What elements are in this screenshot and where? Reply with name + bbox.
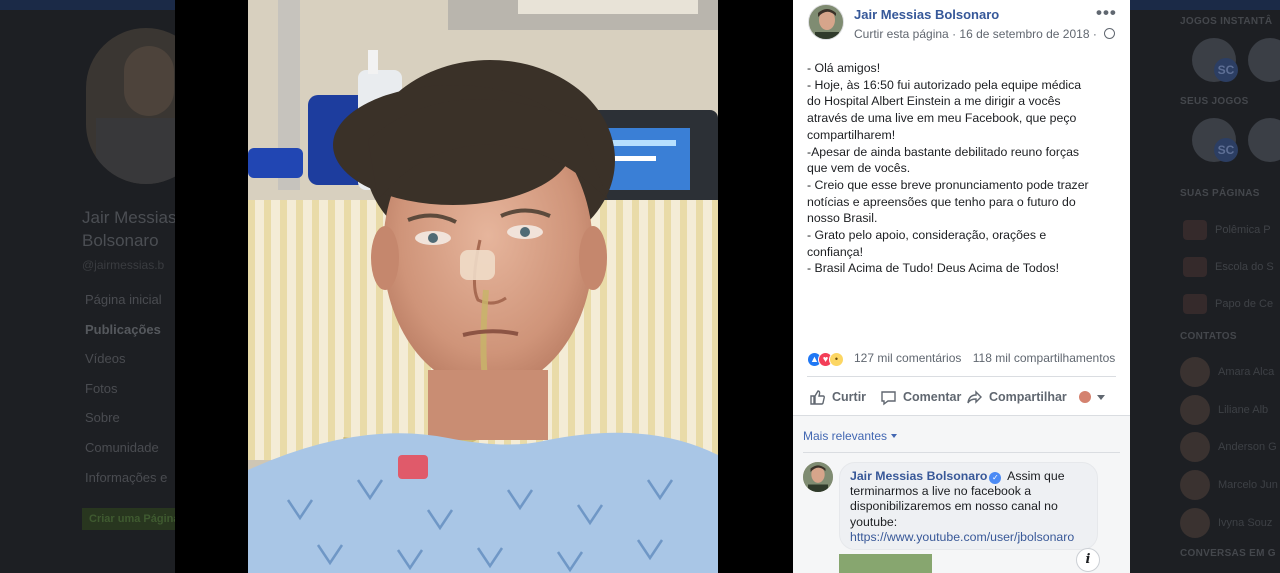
page-icon bbox=[1183, 294, 1207, 314]
contact-item[interactable]: Amara Alca bbox=[1180, 357, 1274, 387]
sidebar-page-item[interactable]: Polêmica P bbox=[1183, 220, 1271, 240]
reaction-selector[interactable] bbox=[1079, 385, 1105, 409]
group-conversations-heading: CONVERSAS EM G bbox=[1180, 548, 1276, 559]
post-photo[interactable] bbox=[248, 0, 718, 573]
avatar-image bbox=[809, 5, 843, 39]
comment-button[interactable]: Comentar bbox=[880, 385, 961, 409]
comment-icon bbox=[881, 390, 896, 405]
comments-count[interactable]: 127 mil comentários bbox=[854, 351, 961, 365]
post-text-line: - Grato pelo apoio, consideração, oraçõe… bbox=[807, 228, 1047, 243]
post-text-line: através de uma live em meu Facebook, que… bbox=[807, 111, 1077, 126]
nav-photos[interactable]: Fotos bbox=[85, 381, 167, 411]
avatar bbox=[1180, 470, 1210, 500]
nav-info[interactable]: Informações e bbox=[85, 470, 167, 500]
chevron-down-icon bbox=[1097, 394, 1105, 400]
contact-item[interactable]: Marcelo Jun bbox=[1180, 470, 1278, 500]
post-actions: Curtir Comentar Compartilhar bbox=[807, 385, 1117, 409]
post-text-line: - Creio que esse breve pronunciamento po… bbox=[807, 177, 1089, 192]
share-button[interactable]: Compartilhar bbox=[966, 385, 1067, 409]
avatar bbox=[1180, 508, 1210, 538]
globe-icon bbox=[1104, 28, 1116, 39]
nav-home[interactable]: Página inicial bbox=[85, 292, 167, 322]
page-icon bbox=[1183, 257, 1207, 277]
comment-bubble: Jair Messias Bolsonaro ✓ Assim que termin… bbox=[839, 462, 1098, 550]
sad-reaction-icon: • bbox=[829, 351, 844, 367]
contact-item[interactable]: Liliane Alb bbox=[1180, 395, 1268, 425]
post-text-line: que vem de vocês. bbox=[807, 161, 911, 176]
post-text: - Olá amigos! - Hoje, às 16:50 fui autor… bbox=[807, 60, 1117, 277]
page-nav: Página inicial Publicações Vídeos Fotos … bbox=[85, 292, 167, 499]
post-text-line: -Apesar de ainda bastante debilitado reu… bbox=[807, 144, 1080, 159]
sidebar-page-item[interactable]: Papo de Ce bbox=[1183, 294, 1273, 314]
avatar bbox=[1180, 357, 1210, 387]
post-text-line: do Hospital Albert Einstein a me dirigir… bbox=[807, 94, 1061, 109]
post-text-line: confiança! bbox=[807, 244, 864, 259]
instant-games-heading: JOGOS INSTANTÂ bbox=[1180, 16, 1273, 27]
post-meta: Curtir esta página · 16 de setembro de 2… bbox=[854, 27, 1116, 41]
game-icon[interactable]: SC bbox=[1192, 118, 1238, 162]
share-icon bbox=[967, 389, 982, 404]
profile-handle: @jairmessias.b bbox=[82, 258, 165, 272]
avatar-image bbox=[803, 462, 833, 492]
page-name-link[interactable]: Jair Messias Bolsonaro bbox=[854, 7, 999, 22]
chevron-down-icon bbox=[891, 434, 898, 438]
post-date[interactable]: 16 de setembro de 2018 bbox=[959, 27, 1089, 41]
info-icon[interactable]: i bbox=[1076, 548, 1100, 572]
comment-attachment-preview[interactable] bbox=[839, 554, 932, 573]
comment-sort-dropdown[interactable]: Mais relevantes bbox=[803, 429, 898, 443]
comment-author[interactable]: Jair Messias Bolsonaro bbox=[850, 469, 987, 483]
divider bbox=[803, 452, 1120, 453]
avatar bbox=[1180, 395, 1210, 425]
your-pages-heading: SUAS PÁGINAS bbox=[1180, 188, 1260, 199]
post-text-line: - Olá amigos! bbox=[807, 61, 881, 75]
verified-badge-icon: ✓ bbox=[989, 472, 1002, 484]
post-text-line: notícias e apreensões que tenho para o f… bbox=[807, 194, 1076, 209]
page-avatar[interactable] bbox=[808, 4, 844, 40]
comment-author-avatar[interactable] bbox=[803, 462, 833, 492]
post-text-line: - Hoje, às 16:50 fui autorizado pela equ… bbox=[807, 77, 1082, 92]
post-text-line: - Brasil Acima de Tudo! Deus Acima de To… bbox=[807, 261, 1059, 276]
shares-count[interactable]: 118 mil compartilhamentos bbox=[973, 351, 1116, 365]
profile-name: Jair Messias Bolsonaro bbox=[82, 208, 177, 250]
engagement-counts: 127 mil comentários 118 mil compartilham… bbox=[854, 351, 1115, 365]
divider bbox=[807, 376, 1116, 377]
contact-item[interactable]: Anderson G bbox=[1180, 432, 1277, 462]
your-games-heading: SEUS JOGOS bbox=[1180, 96, 1249, 107]
separator-dot: · bbox=[952, 27, 957, 41]
thumbs-up-icon bbox=[810, 389, 825, 405]
post-options-button[interactable]: ••• bbox=[1096, 3, 1117, 23]
reaction-summary[interactable]: ▲ ♥ • bbox=[807, 350, 844, 368]
game-icon[interactable]: SC bbox=[1192, 38, 1238, 82]
contact-item[interactable]: Ivyna Souz bbox=[1180, 508, 1272, 538]
post-text-line: nosso Brasil. bbox=[807, 211, 878, 226]
like-page-link[interactable]: Curtir esta página bbox=[854, 27, 949, 41]
hospital-photo-illustration bbox=[248, 0, 718, 573]
user-avatar-icon bbox=[1079, 391, 1091, 403]
nav-posts[interactable]: Publicações bbox=[85, 322, 167, 352]
page-icon bbox=[1183, 220, 1207, 240]
comments-section: Mais relevantes Jair Messias Bolsonaro ✓ … bbox=[793, 415, 1130, 573]
nav-about[interactable]: Sobre bbox=[85, 410, 167, 440]
avatar bbox=[1180, 432, 1210, 462]
sidebar-page-item[interactable]: Escola do S bbox=[1183, 257, 1274, 277]
nav-community[interactable]: Comunidade bbox=[85, 440, 167, 470]
post-text-line: compartilharem! bbox=[807, 127, 896, 142]
comment-link[interactable]: https://www.youtube.com/user/jbolsonaro bbox=[850, 530, 1074, 544]
nav-videos[interactable]: Vídeos bbox=[85, 351, 167, 381]
separator-dot: · bbox=[1092, 27, 1097, 41]
contacts-heading: CONTATOS bbox=[1180, 331, 1237, 342]
like-button[interactable]: Curtir bbox=[809, 385, 866, 409]
post-panel: Jair Messias Bolsonaro Curtir esta págin… bbox=[793, 0, 1130, 573]
create-page-button[interactable]: Criar uma Página bbox=[82, 508, 177, 530]
